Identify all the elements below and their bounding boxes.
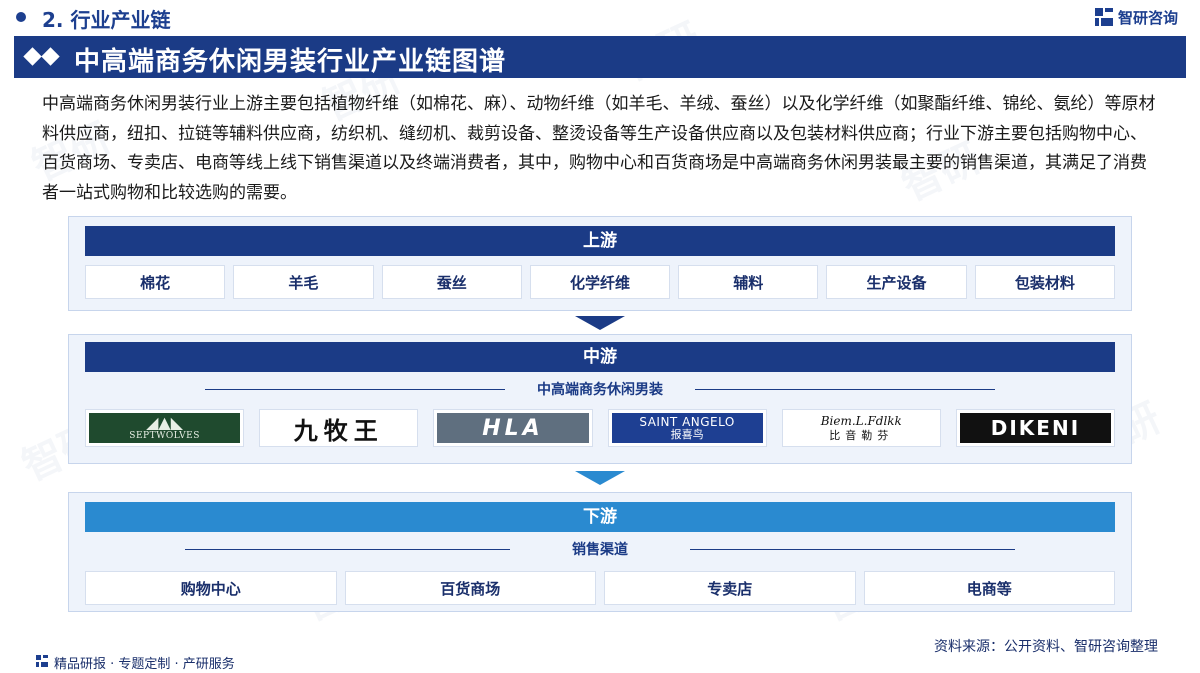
biem-logo: Biem.L.Fdlkk 比音勒芬 (785, 413, 937, 443)
top-bar: 2. 行业产业链 智研咨询 (0, 0, 1200, 36)
saint-angelo-logo: SAINT ANGELO 报喜鸟 (611, 413, 763, 443)
bullet-icon (16, 12, 26, 22)
brand-biem: Biem.L.Fdlkk 比音勒芬 (781, 409, 941, 447)
downstream-item: 百货商场 (344, 571, 596, 605)
logo-text: 智研咨询 (1117, 8, 1178, 27)
downstream-items: 购物中心 百货商场 专卖店 电商等 (85, 571, 1115, 605)
downstream-subhead-text: 销售渠道 (572, 542, 628, 558)
page-title: 中高端商务休闲男装行业产业链图谱 (74, 47, 507, 77)
downstream-band: 下游 (85, 502, 1115, 532)
brand-hla: HLA (433, 409, 593, 447)
wolf-icon: ◢▲◣ (146, 413, 184, 432)
midstream-band: 中游 (85, 342, 1115, 372)
section-label: 2. 行业产业链 (42, 8, 171, 32)
jiumuwang-logo: 九牧王 (263, 413, 415, 443)
upstream-item: 生产设备 (826, 265, 967, 299)
midstream-subhead-text: 中高端商务休闲男装 (537, 382, 663, 398)
upstream-panel: 上游 棉花 羊毛 蚕丝 化学纤维 辅料 生产设备 包装材料 (68, 216, 1132, 311)
septwolves-logo: ◢▲◣ SEPTWOLVES (89, 413, 241, 443)
upstream-item: 羊毛 (233, 265, 374, 299)
downstream-subhead: 销售渠道 (85, 539, 1115, 559)
downstream-panel: 下游 销售渠道 购物中心 百货商场 专卖店 电商等 (68, 492, 1132, 612)
zhiyan-logo-icon (36, 655, 48, 667)
downstream-item: 购物中心 (85, 571, 337, 605)
upstream-item: 辅料 (678, 265, 819, 299)
title-bar: 中高端商务休闲男装行业产业链图谱 (14, 36, 1186, 78)
upstream-items: 棉花 羊毛 蚕丝 化学纤维 辅料 生产设备 包装材料 (85, 265, 1115, 299)
upstream-item: 棉花 (85, 265, 226, 299)
diamond-icon (23, 47, 68, 66)
brand-jiumuwang: 九牧王 (259, 409, 419, 447)
dikeni-logo: DIKENI (959, 413, 1112, 443)
brand-logo: 智研咨询 (1094, 6, 1178, 28)
brand-dikeni: DIKENI (955, 409, 1116, 447)
downstream-item: 专卖店 (604, 571, 856, 605)
brand-saint-angelo: SAINT ANGELO 报喜鸟 (607, 409, 767, 447)
down-arrow-icon (575, 316, 625, 330)
brand-septwolves: ◢▲◣ SEPTWOLVES (85, 409, 245, 447)
upstream-item: 化学纤维 (529, 265, 671, 299)
downstream-item: 电商等 (863, 571, 1115, 605)
midstream-panel: 中游 中高端商务休闲男装 ◢▲◣ SEPTWOLVES 九牧王 HLA SAIN… (68, 334, 1132, 464)
footer-slogan: 精品研报 · 专题定制 · 产研服务 (54, 657, 235, 672)
upstream-item: 蚕丝 (381, 265, 522, 299)
hla-logo: HLA (437, 413, 589, 443)
zhiyan-logo-icon (1094, 8, 1113, 26)
intro-paragraph: 中高端商务休闲男装行业上游主要包括植物纤维（如棉花、麻）、动物纤维（如羊毛、羊绒… (42, 94, 1156, 203)
footer-bar: 精品研报 · 专题定制 · 产研服务 (0, 650, 1200, 673)
upstream-band: 上游 (85, 226, 1115, 256)
brand-logos: ◢▲◣ SEPTWOLVES 九牧王 HLA SAINT ANGELO 报喜鸟 … (85, 409, 1116, 447)
midstream-subhead: 中高端商务休闲男装 (85, 379, 1115, 399)
upstream-item: 包装材料 (974, 265, 1115, 299)
down-arrow-icon (575, 471, 625, 485)
